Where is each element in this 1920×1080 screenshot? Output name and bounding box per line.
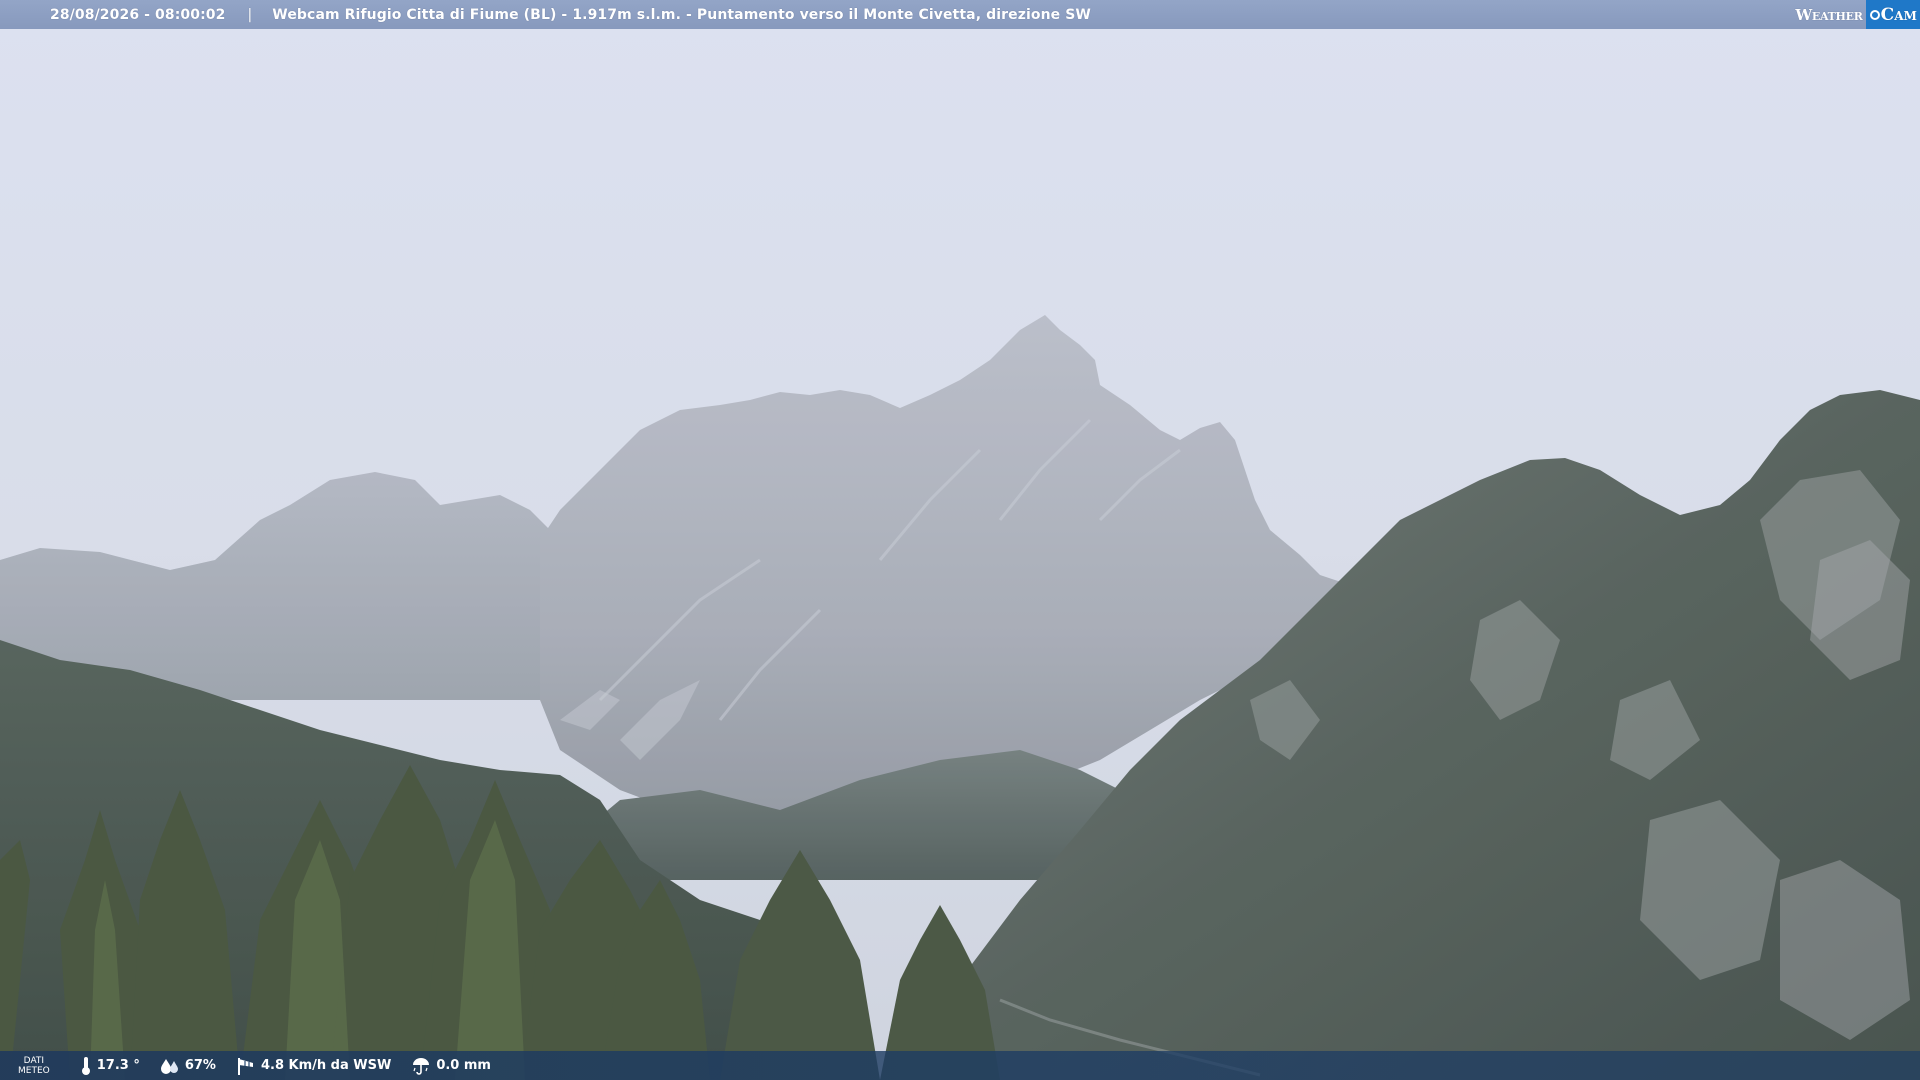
brand-cam-text: Cam: [1880, 4, 1917, 25]
meteo-label-line1: DATI: [23, 1055, 45, 1066]
humidity-value: 67%: [184, 1058, 216, 1073]
thermometer-icon: [81, 1056, 90, 1075]
webcam-frame: 28/08/2026 - 08:00:02 | Webcam Rifugio C…: [0, 0, 1920, 1080]
rain-umbrella-icon: [413, 1057, 430, 1075]
brand-dot-icon: [1869, 9, 1880, 20]
haze-overlay: [0, 0, 1920, 1080]
webcam-caption: Webcam Rifugio Citta di Fiume (BL) - 1.9…: [272, 6, 1091, 23]
rain-value: 0.0 mm: [436, 1058, 491, 1073]
wind-sock-icon: [237, 1057, 253, 1075]
caption-separator: |: [247, 6, 253, 23]
meteo-label-line2: METEO: [18, 1065, 50, 1076]
wind-reading: 4.8 Km/h da WSW: [236, 1056, 391, 1076]
humidity-reading: 67%: [160, 1057, 216, 1075]
weathercam-logo: Weather Cam: [1795, 0, 1920, 29]
webcam-caption-bar: 28/08/2026 - 08:00:02 | Webcam Rifugio C…: [0, 0, 1920, 29]
brand-weather-text: Weather: [1795, 5, 1863, 24]
temperature-reading: 17.3 °: [80, 1056, 140, 1076]
humidity-drops-icon: [160, 1058, 178, 1074]
weather-data-bar: DATI METEO 17.3 ° 67% 4.8 Km/h da WSW 0.…: [0, 1051, 1920, 1080]
rain-reading: 0.0 mm: [411, 1056, 491, 1076]
wind-value: 4.8 Km/h da WSW: [260, 1058, 392, 1073]
brand-cam-block: Cam: [1865, 0, 1920, 29]
temperature-value: 17.3 °: [96, 1058, 140, 1073]
timestamp: 28/08/2026 - 08:00:02: [50, 6, 226, 23]
meteo-data-label: DATI METEO: [18, 1056, 50, 1076]
webcam-image: [0, 0, 1920, 1080]
